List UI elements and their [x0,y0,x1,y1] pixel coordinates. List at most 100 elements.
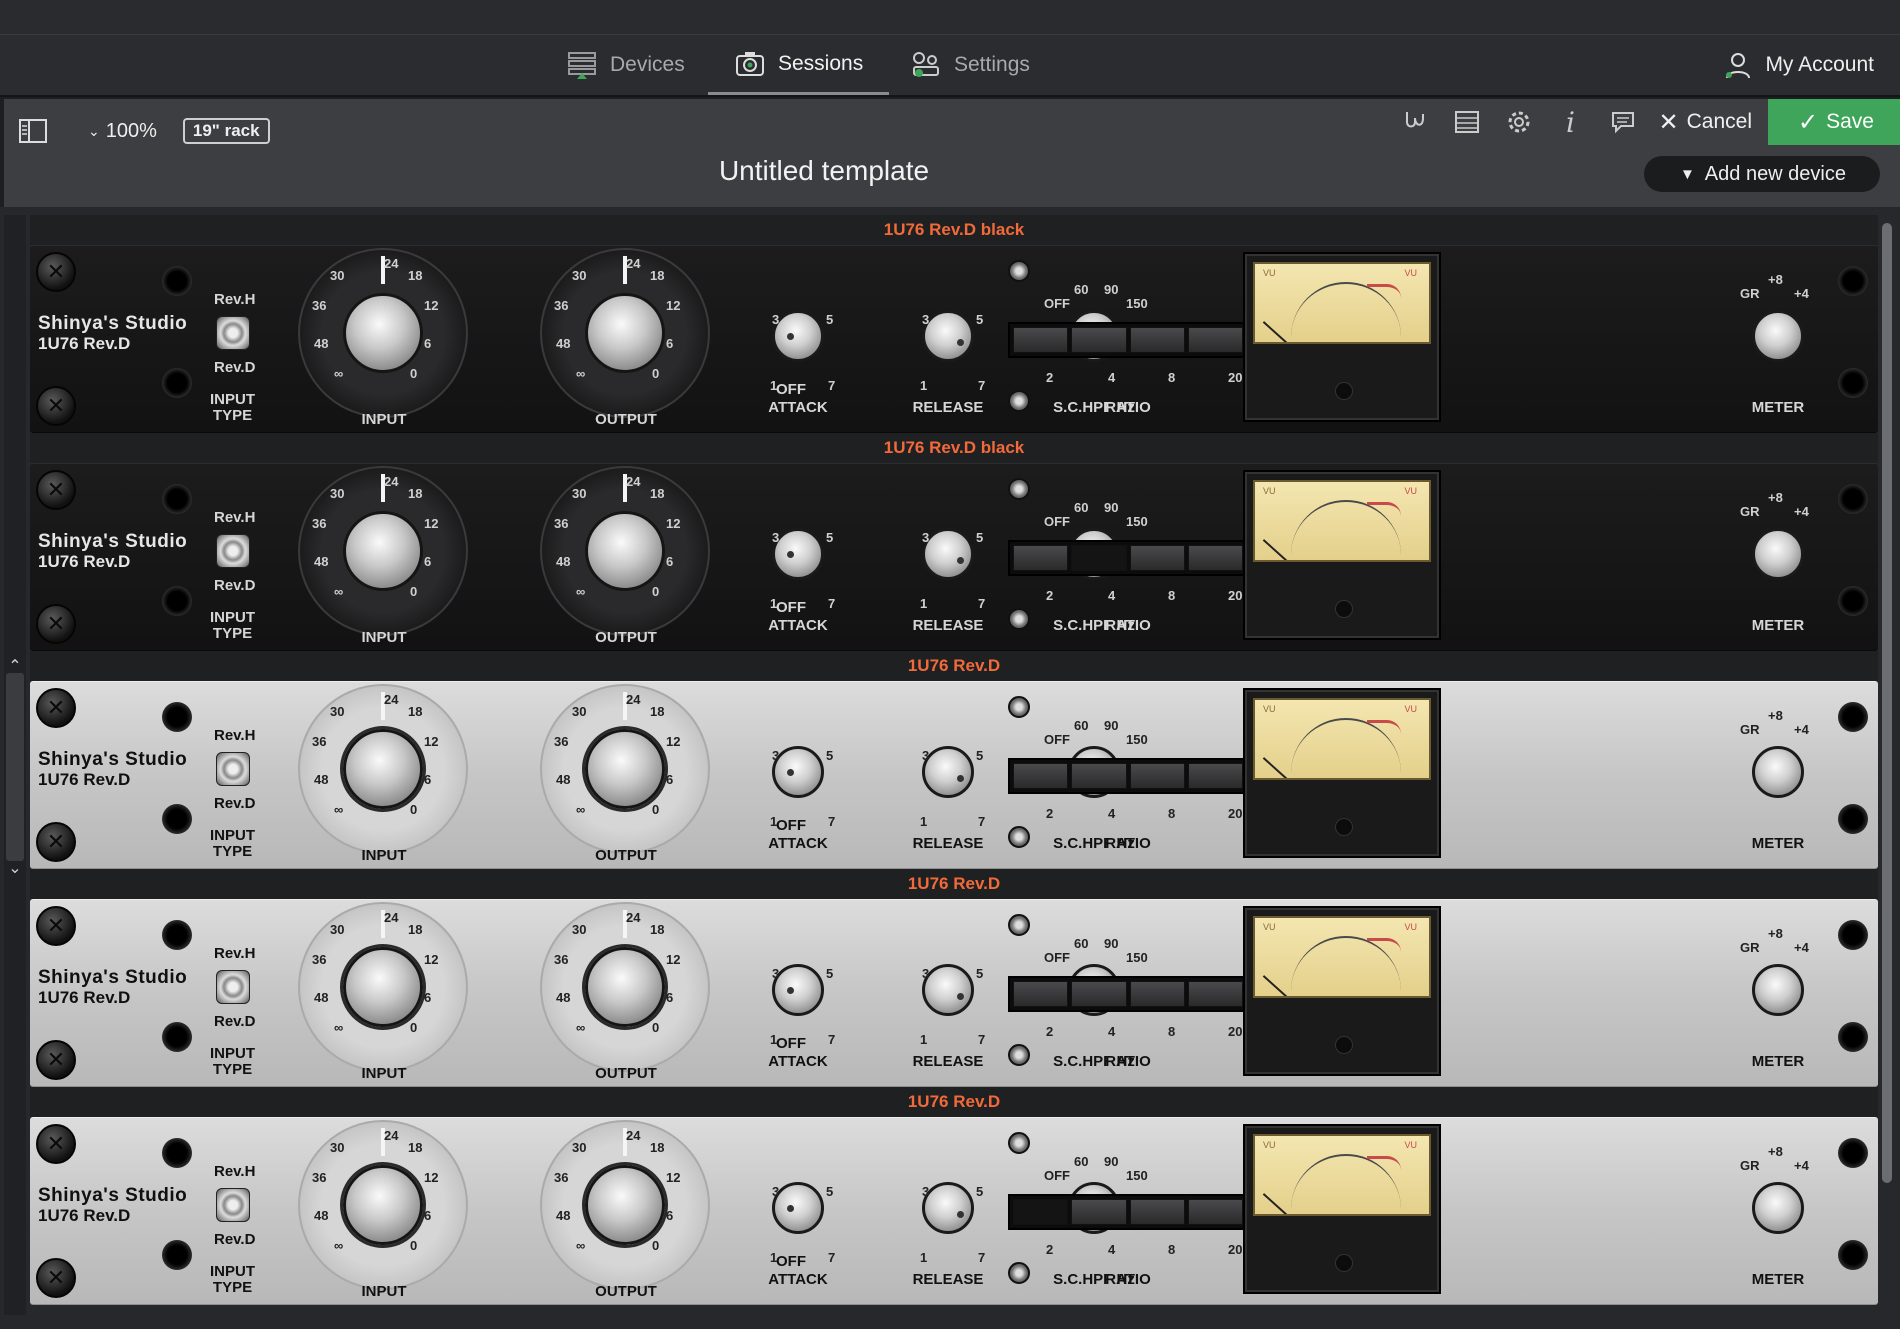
output-knob[interactable] [585,947,665,1027]
info-icon[interactable]: i [1545,99,1597,145]
device-faceplate[interactable]: Shinya's Studio 1U76 Rev.D Rev.H Rev.D I… [30,463,1878,651]
output-knob[interactable] [585,293,665,373]
ratio-button[interactable] [1187,545,1243,571]
rack-device[interactable]: 1U76 Rev.D black Shinya's Studio 1U76 Re… [30,433,1878,651]
rack-device[interactable]: 1U76 Rev.D Shinya's Studio 1U76 Rev.D Re… [30,651,1878,869]
ratio-selector[interactable] [1008,322,1248,358]
input-type-toggle[interactable] [216,1188,250,1222]
ratio-button[interactable] [1187,327,1243,353]
bottom-push-button[interactable] [1008,826,1030,848]
attack-knob[interactable] [772,528,824,580]
rack-device[interactable]: 1U76 Rev.D black Shinya's Studio 1U76 Re… [30,215,1878,433]
scrollbar-thumb[interactable] [1882,223,1892,1183]
release-knob[interactable] [922,1182,974,1234]
device-label[interactable]: 1U76 Rev.D [30,869,1878,899]
top-push-button[interactable] [1008,478,1030,500]
bottom-push-button[interactable] [1008,1262,1030,1284]
device-faceplate[interactable]: Shinya's Studio 1U76 Rev.D Rev.H Rev.D I… [30,245,1878,433]
top-push-button[interactable] [1008,914,1030,936]
output-knob[interactable] [585,729,665,809]
ratio-button[interactable] [1071,981,1127,1007]
tab-settings[interactable]: Settings [910,35,1030,95]
ratio-button[interactable] [1013,981,1069,1007]
output-knob[interactable] [585,511,665,591]
input-knob[interactable] [343,511,423,591]
ratio-button[interactable] [1187,1199,1243,1225]
gear-icon[interactable] [1493,99,1545,145]
meter-knob[interactable] [1752,964,1804,1016]
top-push-button[interactable] [1008,1132,1030,1154]
comment-icon[interactable] [1597,99,1649,145]
input-knob[interactable] [343,947,423,1027]
release-knob[interactable] [922,964,974,1016]
attack-knob[interactable] [772,310,824,362]
bottom-push-button[interactable] [1008,608,1030,630]
release-knob[interactable] [922,528,974,580]
save-button[interactable]: ✓ Save [1768,99,1900,145]
top-push-button[interactable] [1008,696,1030,718]
input-type-toggle[interactable] [216,752,250,786]
bottom-push-button[interactable] [1008,1044,1030,1066]
input-type-toggle[interactable] [216,534,250,568]
attack-knob[interactable] [772,746,824,798]
input-knob[interactable] [343,729,423,809]
ratio-selector[interactable] [1008,976,1248,1012]
ratio-button[interactable] [1071,327,1127,353]
rack-device[interactable]: 1U76 Rev.D Shinya's Studio 1U76 Rev.D Re… [30,869,1878,1087]
input-type-toggle[interactable] [216,970,250,1004]
ratio-button[interactable] [1129,1199,1185,1225]
ratio-button[interactable] [1129,981,1185,1007]
release-knob[interactable] [922,746,974,798]
device-label[interactable]: 1U76 Rev.D black [30,433,1878,463]
ratio-button[interactable] [1187,981,1243,1007]
device-label[interactable]: 1U76 Rev.D black [30,215,1878,245]
cancel-button[interactable]: ✕ Cancel [1649,99,1768,145]
zoom-dropdown[interactable]: ⌄ 100% [88,120,157,143]
ratio-button[interactable] [1187,763,1243,789]
minimap-viewport[interactable] [6,673,24,861]
ratio-selector[interactable] [1008,758,1248,794]
rack-size-badge[interactable]: 19" rack [182,118,270,144]
ratio-button[interactable] [1129,763,1185,789]
device-label[interactable]: 1U76 Rev.D [30,1087,1878,1117]
input-type-toggle[interactable] [216,316,250,350]
add-new-device-button[interactable]: ▼ Add new device [1643,156,1880,192]
meter-zero-screw-icon[interactable] [1335,1036,1353,1054]
meter-knob[interactable] [1752,310,1804,362]
ratio-button[interactable] [1013,763,1069,789]
ratio-selector[interactable] [1008,540,1248,576]
ratio-button[interactable] [1129,327,1185,353]
meter-zero-screw-icon[interactable] [1335,818,1353,836]
meter-zero-screw-icon[interactable] [1335,600,1353,618]
ratio-button[interactable] [1071,545,1127,571]
meter-knob[interactable] [1752,1182,1804,1234]
device-faceplate[interactable]: Shinya's Studio 1U76 Rev.D Rev.H Rev.D I… [30,899,1878,1087]
template-title[interactable]: Untitled template [4,155,1644,187]
ratio-button[interactable] [1013,1199,1069,1225]
ratio-selector[interactable] [1008,1194,1248,1230]
output-knob[interactable] [585,1165,665,1245]
vertical-scrollbar[interactable] [1880,215,1894,1315]
tab-sessions[interactable]: Sessions [708,35,890,95]
cable-icon[interactable] [1389,99,1441,145]
list-icon[interactable] [1441,99,1493,145]
ratio-button[interactable] [1071,763,1127,789]
scroll-down-icon[interactable]: ⌄ [4,857,26,879]
sidebar-toggle-icon[interactable] [18,118,48,144]
my-account-button[interactable]: My Account [1723,35,1874,95]
input-knob[interactable] [343,1165,423,1245]
device-faceplate[interactable]: Shinya's Studio 1U76 Rev.D Rev.H Rev.D I… [30,681,1878,869]
attack-knob[interactable] [772,1182,824,1234]
attack-knob[interactable] [772,964,824,1016]
device-faceplate[interactable]: Shinya's Studio 1U76 Rev.D Rev.H Rev.D I… [30,1117,1878,1305]
device-label[interactable]: 1U76 Rev.D [30,651,1878,681]
meter-zero-screw-icon[interactable] [1335,382,1353,400]
ratio-button[interactable] [1071,1199,1127,1225]
rack-device[interactable]: 1U76 Rev.D Shinya's Studio 1U76 Rev.D Re… [30,1087,1878,1305]
meter-knob[interactable] [1752,746,1804,798]
input-knob[interactable] [343,293,423,373]
ratio-button[interactable] [1013,327,1069,353]
ratio-button[interactable] [1013,545,1069,571]
tab-devices[interactable]: Devices [566,35,685,95]
top-push-button[interactable] [1008,260,1030,282]
